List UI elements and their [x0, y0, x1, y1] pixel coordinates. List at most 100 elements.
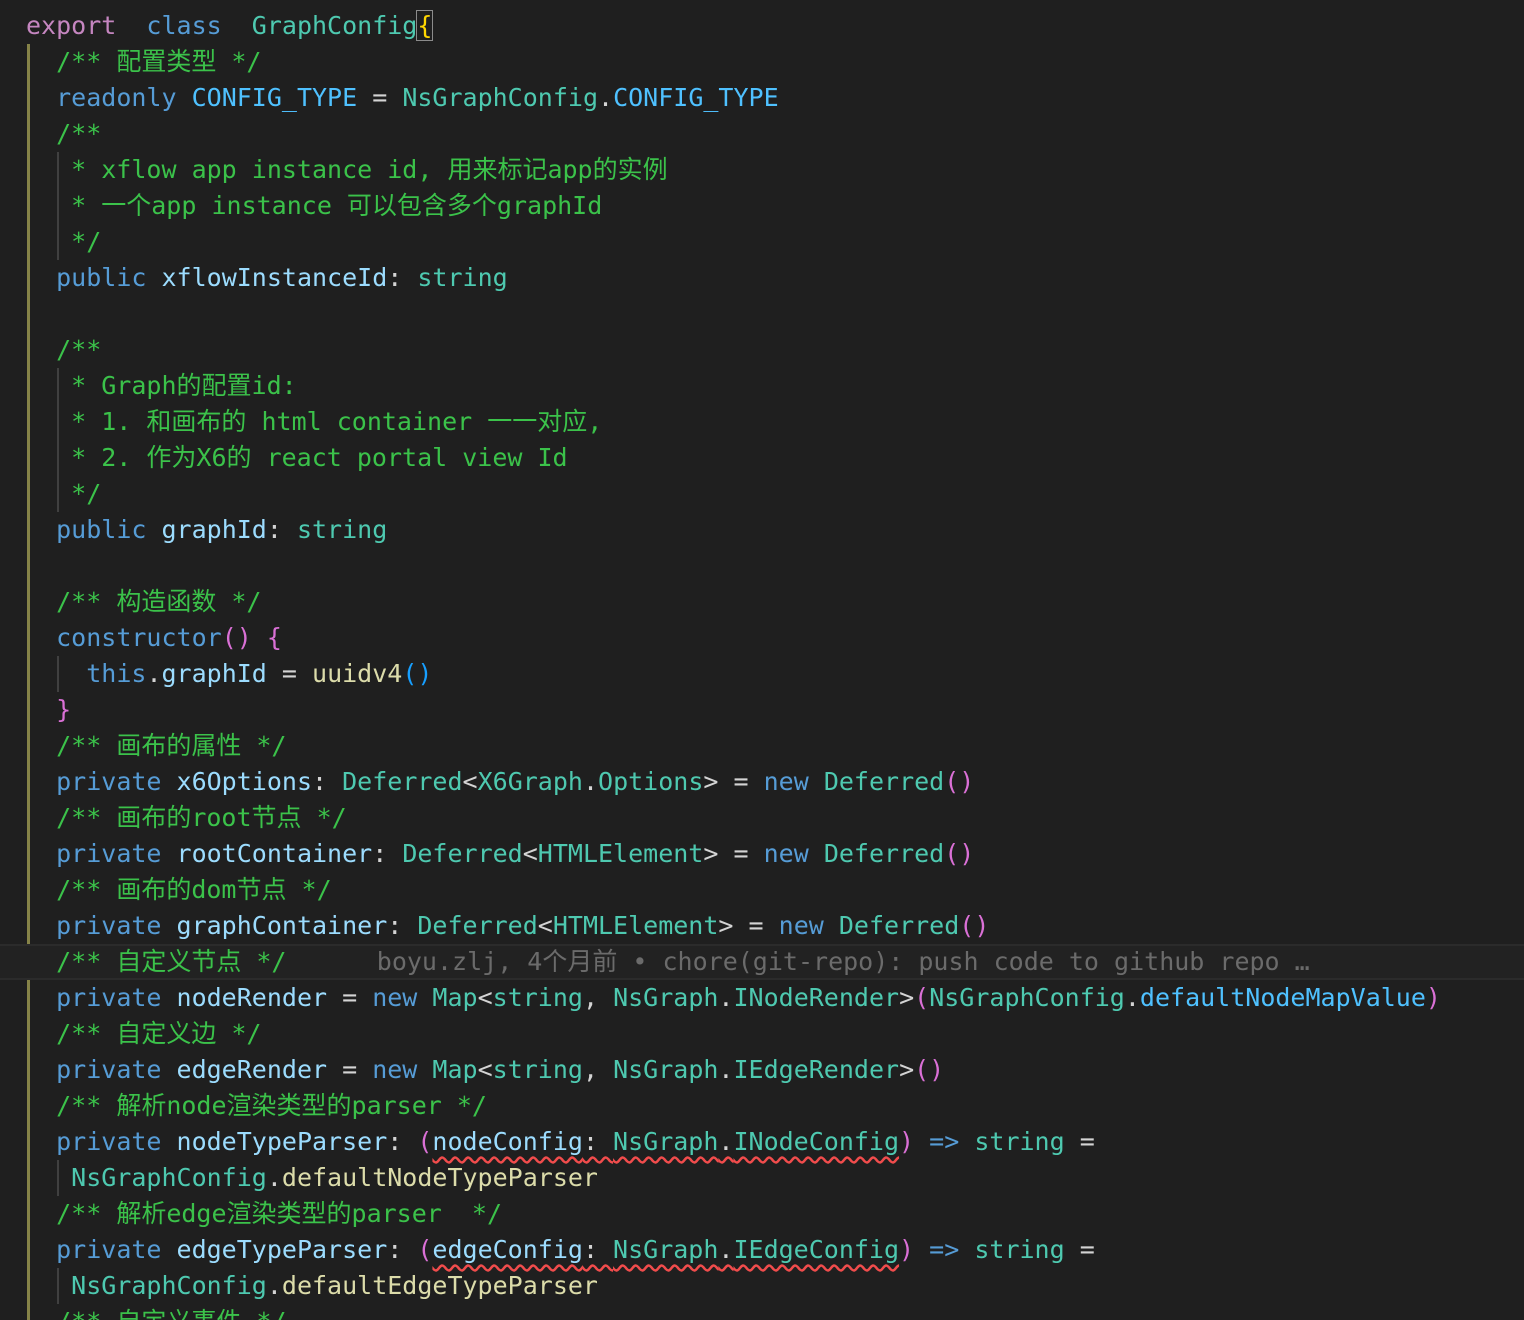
code-token: Deferred [838, 911, 960, 940]
code-token: x6Options [176, 767, 312, 796]
code-token: graphContainer [176, 911, 388, 940]
code-token: : [387, 1235, 418, 1264]
code-token: edgeTypeParser [176, 1235, 388, 1264]
code-token: NsGraph [613, 1127, 719, 1156]
code-line[interactable]: private nodeRender = new Map<string, NsG… [0, 980, 1441, 1016]
code-line[interactable]: /** 构造函数 */ [0, 584, 261, 620]
code-line[interactable]: private edgeTypeParser: (edgeConfig: NsG… [0, 1232, 1095, 1268]
code-token: Deferred [342, 767, 463, 796]
code-token: export [26, 11, 117, 40]
code-line[interactable]: /** 画布的dom节点 */ [0, 872, 332, 908]
code-line[interactable]: } [0, 692, 71, 728]
code-token: { [266, 623, 282, 652]
code-token: public [56, 263, 147, 292]
code-line[interactable]: export class GraphConfig{ [0, 8, 434, 44]
code-token: IEdgeConfig [733, 1235, 900, 1264]
code-line[interactable]: private x6Options: Deferred<X6Graph.Opti… [0, 764, 974, 800]
code-line[interactable] [0, 548, 26, 584]
code-token: readonly [56, 83, 177, 112]
code-token: NsGraphConfig [402, 83, 598, 112]
code-token: NsGraph [613, 1235, 719, 1264]
code-line[interactable]: private graphContainer: Deferred<HTMLEle… [0, 908, 989, 944]
code-token: edgeRender [176, 1055, 328, 1084]
code-line[interactable]: private rootContainer: Deferred<HTMLElem… [0, 836, 974, 872]
code-token: . [598, 83, 614, 112]
code-line[interactable] [0, 296, 26, 332]
code-line[interactable]: /** [0, 332, 101, 368]
code-line[interactable]: /** 解析edge渲染类型的parser */ [0, 1196, 502, 1232]
code-line[interactable]: /** 自定义边 */ [0, 1016, 261, 1052]
code-token: = [1064, 1127, 1095, 1156]
code-line[interactable]: /** 画布的属性 */ [0, 728, 286, 764]
code-line[interactable]: /** 配置类型 */ [0, 44, 261, 80]
code-editor[interactable]: export class GraphConfig{ /** 配置类型 */ re… [0, 0, 1524, 1320]
code-token: xflowInstanceId [161, 263, 388, 292]
code-line[interactable]: public xflowInstanceId: string [0, 260, 508, 296]
code-line[interactable]: * 1. 和画布的 html container 一一对应, [0, 404, 602, 440]
code-token: string [974, 1127, 1065, 1156]
code-token: = [357, 83, 403, 112]
code-token: Deferred [417, 911, 538, 940]
code-line[interactable]: readonly CONFIG_TYPE = NsGraphConfig.CON… [0, 80, 779, 116]
code-token: : [387, 911, 418, 940]
code-line[interactable]: * 一个app instance 可以包含多个graphId [0, 188, 602, 224]
code-token: . [718, 983, 734, 1012]
code-token: : [312, 767, 343, 796]
code-line[interactable]: NsGraphConfig.defaultEdgeTypeParser [0, 1268, 598, 1304]
code-token: /** 画布的root节点 */ [56, 803, 347, 832]
code-line[interactable]: /** 解析node渲染类型的parser */ [0, 1088, 487, 1124]
code-token: ) [899, 1127, 915, 1156]
code-line[interactable]: * xflow app instance id, 用来标记app的实例 [0, 152, 667, 188]
code-token: Deferred [823, 839, 945, 868]
code-line[interactable]: this.graphId = uuidv4() [0, 656, 432, 692]
code-line[interactable]: */ [0, 476, 101, 512]
code-token: graphId [161, 515, 267, 544]
code-line-current[interactable]: /** 自定义节点 */ boyu.zlj, 4个月前 • chore(git-… [0, 944, 1524, 980]
code-line[interactable]: public graphId: string [0, 512, 387, 548]
code-token: NsGraphConfig [71, 1163, 267, 1192]
code-token: : [582, 1235, 614, 1264]
code-token: /** [56, 335, 102, 364]
code-line[interactable]: /** 画布的root节点 */ [0, 800, 347, 836]
code-token: X6Graph [477, 767, 583, 796]
code-token: * Graph的配置id: [71, 371, 297, 400]
code-line[interactable]: /** 自定义事件 */ [0, 1304, 286, 1320]
code-line[interactable]: * Graph的配置id: [0, 368, 297, 404]
code-token: defaultEdgeTypeParser [281, 1271, 598, 1300]
code-token: = [327, 983, 373, 1012]
code-line[interactable]: constructor() { [0, 620, 282, 656]
code-line[interactable]: */ [0, 224, 101, 260]
code-token: () [944, 767, 975, 796]
code-token: * 1. 和画布的 html container 一一对应, [71, 407, 603, 436]
code-token: * 一个app instance 可以包含多个graphId [71, 191, 603, 220]
code-token: > = [718, 911, 779, 940]
code-line[interactable]: * 2. 作为X6的 react portal view Id [0, 440, 567, 476]
code-line[interactable]: private edgeRender = new Map<string, NsG… [0, 1052, 944, 1088]
code-token: /** 配置类型 */ [56, 47, 262, 76]
code-token: = [1064, 1235, 1095, 1264]
code-token: new [763, 767, 809, 796]
code-token: nodeConfig [432, 1127, 583, 1156]
code-line[interactable]: private nodeTypeParser: (nodeConfig: NsG… [0, 1124, 1095, 1160]
code-token: NsGraphConfig [71, 1271, 267, 1300]
code-line[interactable]: NsGraphConfig.defaultNodeTypeParser [0, 1160, 598, 1196]
code-line[interactable]: /** [0, 116, 101, 152]
code-token: CONFIG_TYPE [191, 83, 358, 112]
code-token: NsGraphConfig [929, 983, 1125, 1012]
code-token: /** [56, 119, 102, 148]
